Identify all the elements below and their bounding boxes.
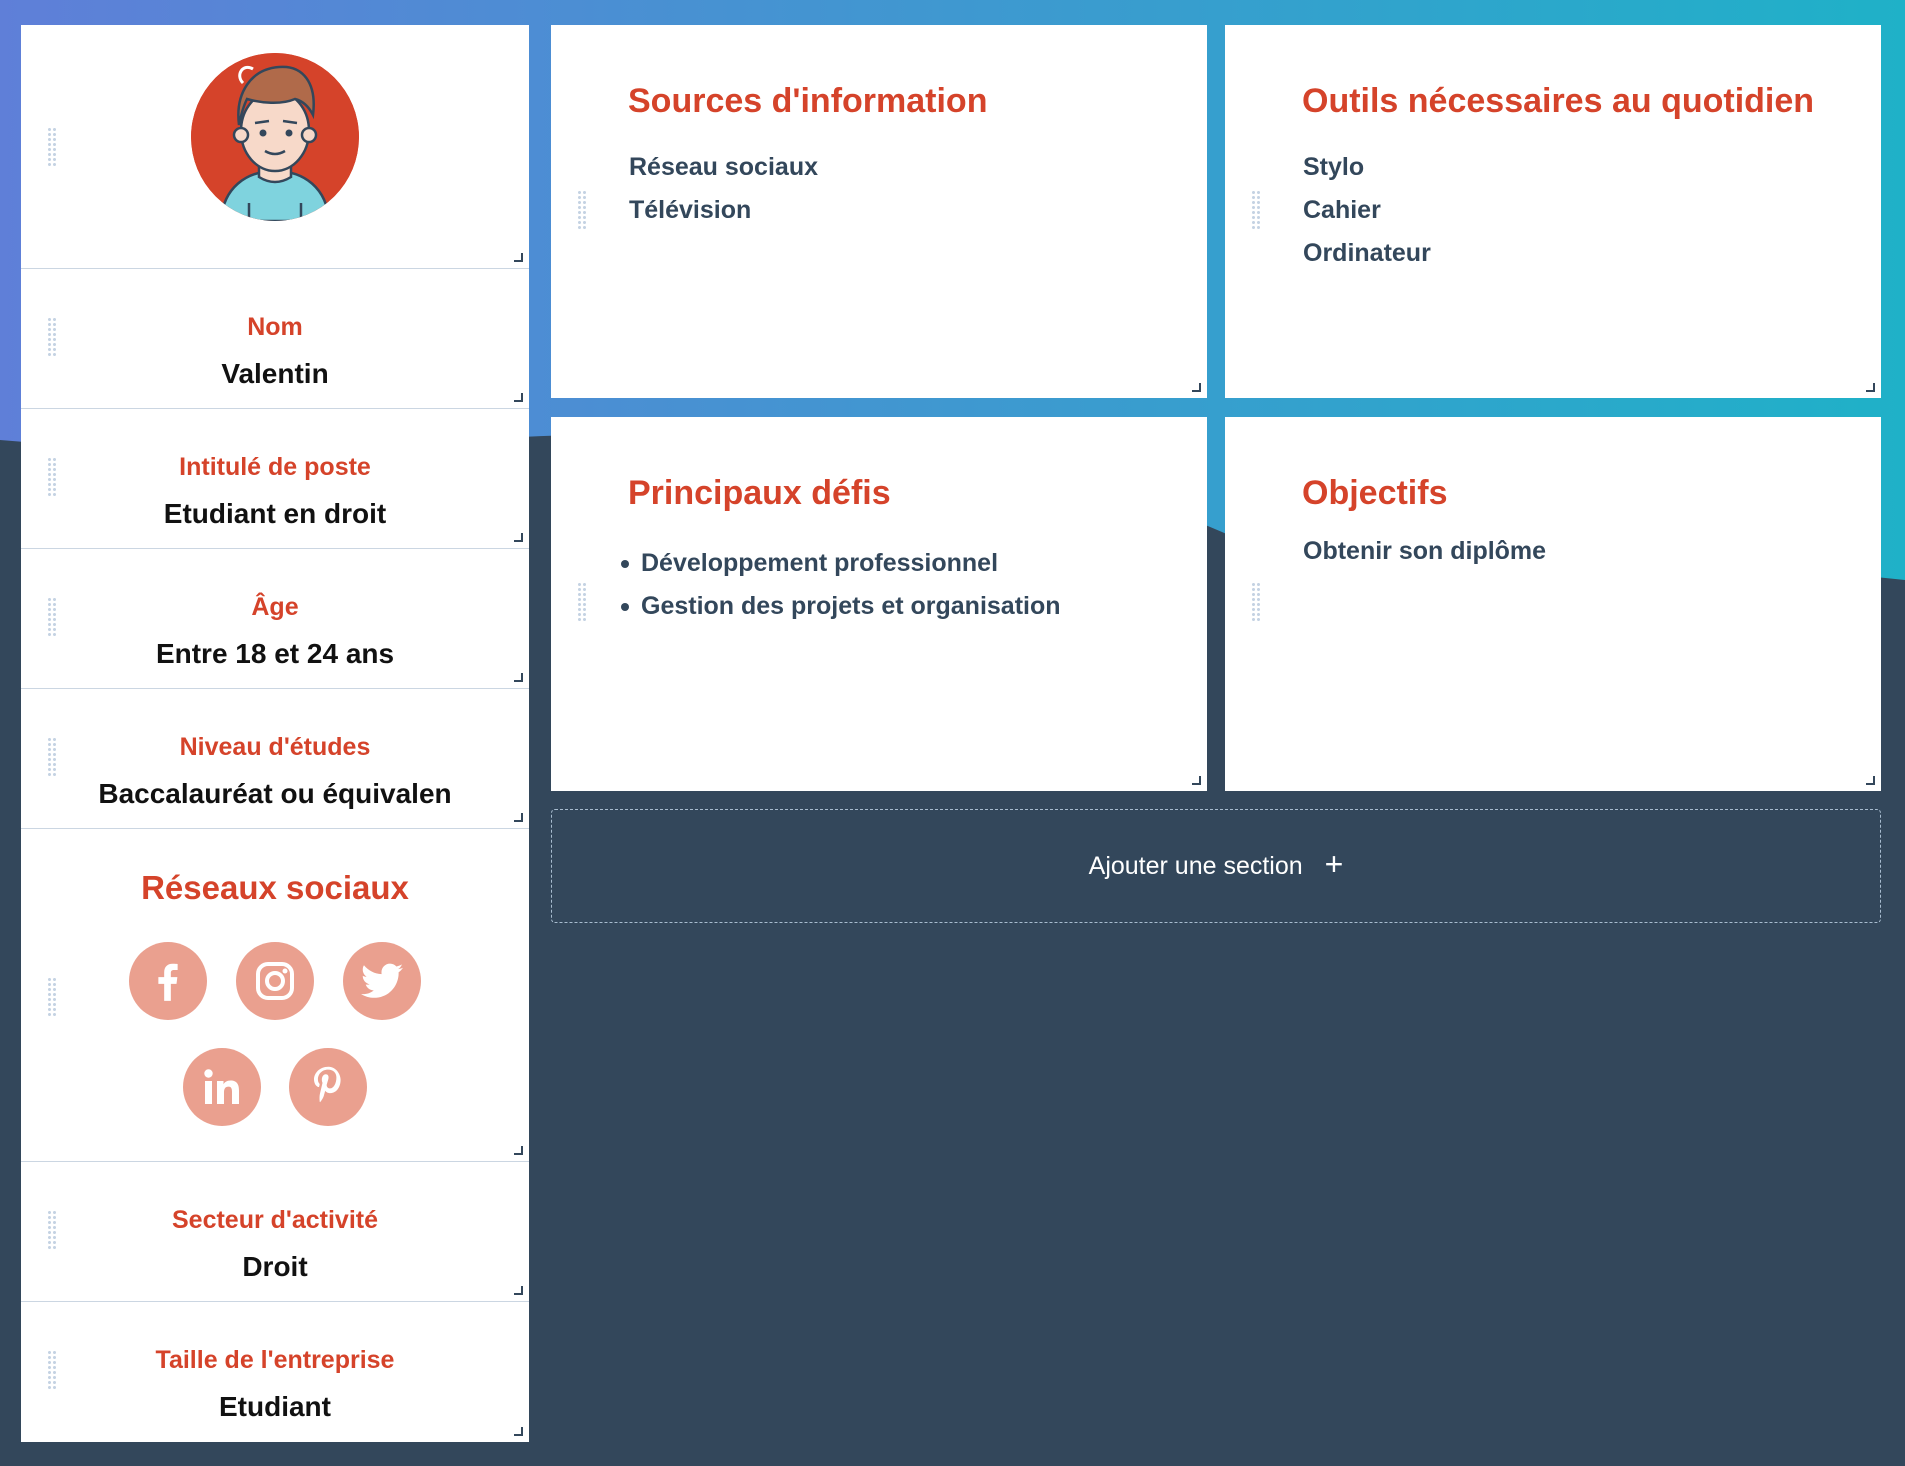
drag-handle-icon[interactable] (577, 582, 587, 622)
pinterest-icon[interactable] (289, 1048, 367, 1126)
panel-title: Principaux défis (628, 474, 891, 512)
resize-handle-icon[interactable] (1866, 383, 1875, 392)
bullet-icon (621, 560, 629, 568)
twitter-icon[interactable] (343, 942, 421, 1020)
field-value: Droit (242, 1251, 308, 1282)
persona-sidebar: Nom Valentin Intitulé de poste Etudiant … (21, 25, 529, 1442)
panel-defis[interactable]: Principaux défis Développement professio… (551, 417, 1207, 791)
list-item-text: Développement professionnel (641, 549, 999, 577)
social-card[interactable]: Réseaux sociaux (21, 829, 529, 1162)
panel-outils[interactable]: Outils nécessaires au quotidien Stylo Ca… (1225, 25, 1881, 398)
list-item: Obtenir son diplôme (1303, 537, 1547, 565)
linkedin-icon[interactable] (183, 1048, 261, 1126)
avatar-card[interactable] (21, 25, 529, 269)
field-value: Etudiant en droit (163, 498, 387, 529)
resize-handle-icon[interactable] (1866, 776, 1875, 785)
resize-handle-icon[interactable] (514, 253, 523, 262)
bullet-icon (621, 603, 629, 611)
field-label: Niveau d'études (179, 733, 371, 761)
instagram-icon[interactable] (236, 942, 314, 1020)
field-card-nom[interactable]: Nom Valentin (21, 269, 529, 409)
panel-objectifs[interactable]: Objectifs Obtenir son diplôme (1225, 417, 1881, 791)
field-card-taille[interactable]: Taille de l'entreprise Etudiant (21, 1302, 529, 1442)
list-item: Ordinateur (1303, 239, 1431, 267)
drag-handle-icon[interactable] (1251, 190, 1261, 230)
resize-handle-icon[interactable] (514, 533, 523, 542)
add-section-button[interactable]: Ajouter une section + (551, 809, 1881, 923)
field-value: Valentin (221, 358, 329, 389)
resize-handle-icon[interactable] (514, 1286, 523, 1295)
list-item: Stylo (1303, 153, 1365, 181)
social-title: Réseaux sociaux (141, 869, 409, 906)
field-label: Nom (247, 313, 303, 341)
field-value: Etudiant (219, 1391, 331, 1422)
sources-list: Réseau sociaux Télévision (629, 146, 818, 232)
resize-handle-icon[interactable] (514, 1146, 523, 1155)
panel-title: Objectifs (1302, 474, 1448, 512)
drag-handle-icon[interactable] (1251, 582, 1261, 622)
field-label: Âge (251, 593, 299, 621)
list-item: Réseau sociaux (629, 153, 818, 181)
resize-handle-icon[interactable] (514, 813, 523, 822)
field-label: Intitulé de poste (179, 453, 371, 481)
resize-handle-icon[interactable] (514, 1427, 523, 1436)
field-label: Secteur d'activité (171, 1206, 379, 1234)
drag-handle-icon[interactable] (577, 190, 587, 230)
field-value: Entre 18 et 24 ans (155, 638, 395, 669)
resize-handle-icon[interactable] (1192, 383, 1201, 392)
outils-list: Stylo Cahier Ordinateur (1303, 146, 1431, 275)
resize-handle-icon[interactable] (514, 673, 523, 682)
list-item: Développement professionnel (621, 542, 1061, 585)
field-value: Baccalauréat ou équivalen (98, 778, 452, 809)
list-item-text: Gestion des projets et organisation (641, 592, 1061, 620)
list-item: Télévision (629, 196, 752, 224)
panel-title: Sources d'information (628, 82, 988, 120)
list-item: Gestion des projets et organisation (621, 585, 1061, 628)
add-section-label: Ajouter une section (1088, 851, 1303, 880)
field-card-secteur[interactable]: Secteur d'activité Droit (21, 1162, 529, 1302)
field-card-age[interactable]: Âge Entre 18 et 24 ans (21, 549, 529, 689)
panel-sources[interactable]: Sources d'information Réseau sociaux Tél… (551, 25, 1207, 398)
resize-handle-icon[interactable] (514, 393, 523, 402)
facebook-icon[interactable] (129, 942, 207, 1020)
resize-handle-icon[interactable] (1192, 776, 1201, 785)
panel-title: Outils nécessaires au quotidien (1302, 82, 1815, 120)
drag-handle-icon[interactable] (47, 127, 57, 167)
plus-icon: + (1324, 846, 1344, 882)
defis-list: Développement professionnel Gestion des … (621, 542, 1061, 628)
objectifs-list: Obtenir son diplôme (1303, 530, 1546, 573)
field-label: Taille de l'entreprise (155, 1346, 395, 1374)
field-card-intitule[interactable]: Intitulé de poste Etudiant en droit (21, 409, 529, 549)
avatar-icon[interactable] (191, 53, 359, 221)
field-card-niveau[interactable]: Niveau d'études Baccalauréat ou équivale… (21, 689, 529, 829)
drag-handle-icon[interactable] (47, 977, 57, 1017)
list-item: Cahier (1303, 196, 1381, 224)
